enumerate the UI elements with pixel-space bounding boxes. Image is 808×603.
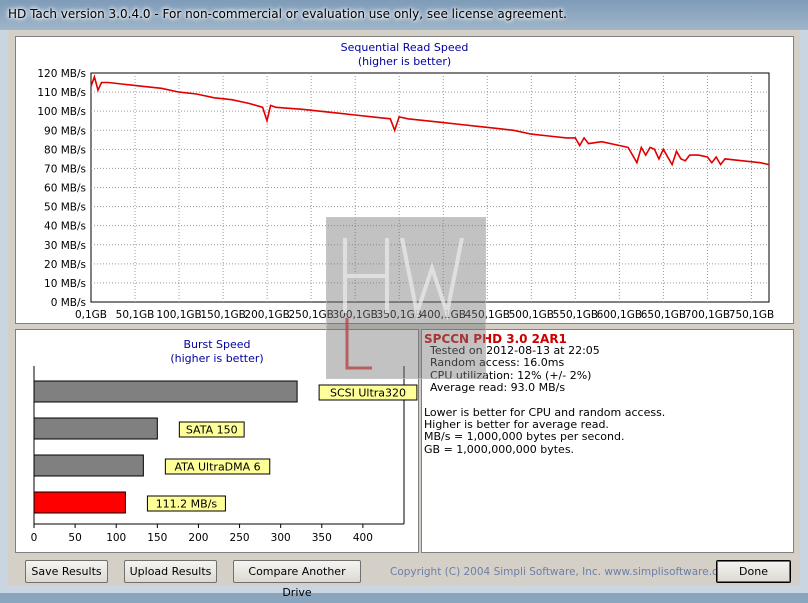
watermark-graphic — [343, 237, 464, 370]
average-read: Average read: 93.0 MB/s — [430, 380, 566, 394]
burst-bar-label: 111.2 MB/s — [156, 498, 218, 511]
copyright-text: Copyright (C) 2004 Simpli Software, Inc.… — [390, 566, 735, 578]
compare-another-drive-button[interactable]: Compare Another Drive — [233, 560, 361, 599]
save-results-button[interactable]: Save Results — [25, 560, 108, 583]
burst-bar — [33, 491, 126, 514]
burst-x-tick-label: 200 — [188, 532, 208, 544]
note-mbs-definition: MB/s = 1,000,000 bytes per second. — [424, 430, 625, 444]
burst-x-tick-label: 50 — [68, 532, 81, 544]
upload-results-button[interactable]: Upload Results — [124, 560, 217, 583]
burst-x-tick-label: 300 — [271, 532, 291, 544]
burst-x-tick-label: 400 — [353, 532, 373, 544]
burst-x-tick-label: 250 — [230, 532, 250, 544]
burst-x-tick-label: 0 — [31, 532, 38, 544]
watermark-logo — [326, 217, 486, 379]
burst-bar — [33, 380, 298, 403]
burst-bar-label: SCSI Ultra320 — [330, 387, 406, 400]
done-button[interactable]: Done — [716, 560, 791, 583]
burst-x-tick-label: 350 — [312, 532, 332, 544]
note-gb-definition: GB = 1,000,000,000 bytes. — [424, 442, 575, 456]
burst-x-tick-label: 150 — [147, 532, 167, 544]
burst-bar — [33, 417, 158, 440]
app-window: HD Tach version 3.0.4.0 - For non-commer… — [0, 0, 808, 599]
burst-bar-label: ATA UltraDMA 6 — [174, 461, 260, 474]
burst-bar — [33, 454, 144, 477]
burst-x-tick-label: 100 — [106, 532, 126, 544]
burst-bar-label: SATA 150 — [186, 424, 238, 437]
